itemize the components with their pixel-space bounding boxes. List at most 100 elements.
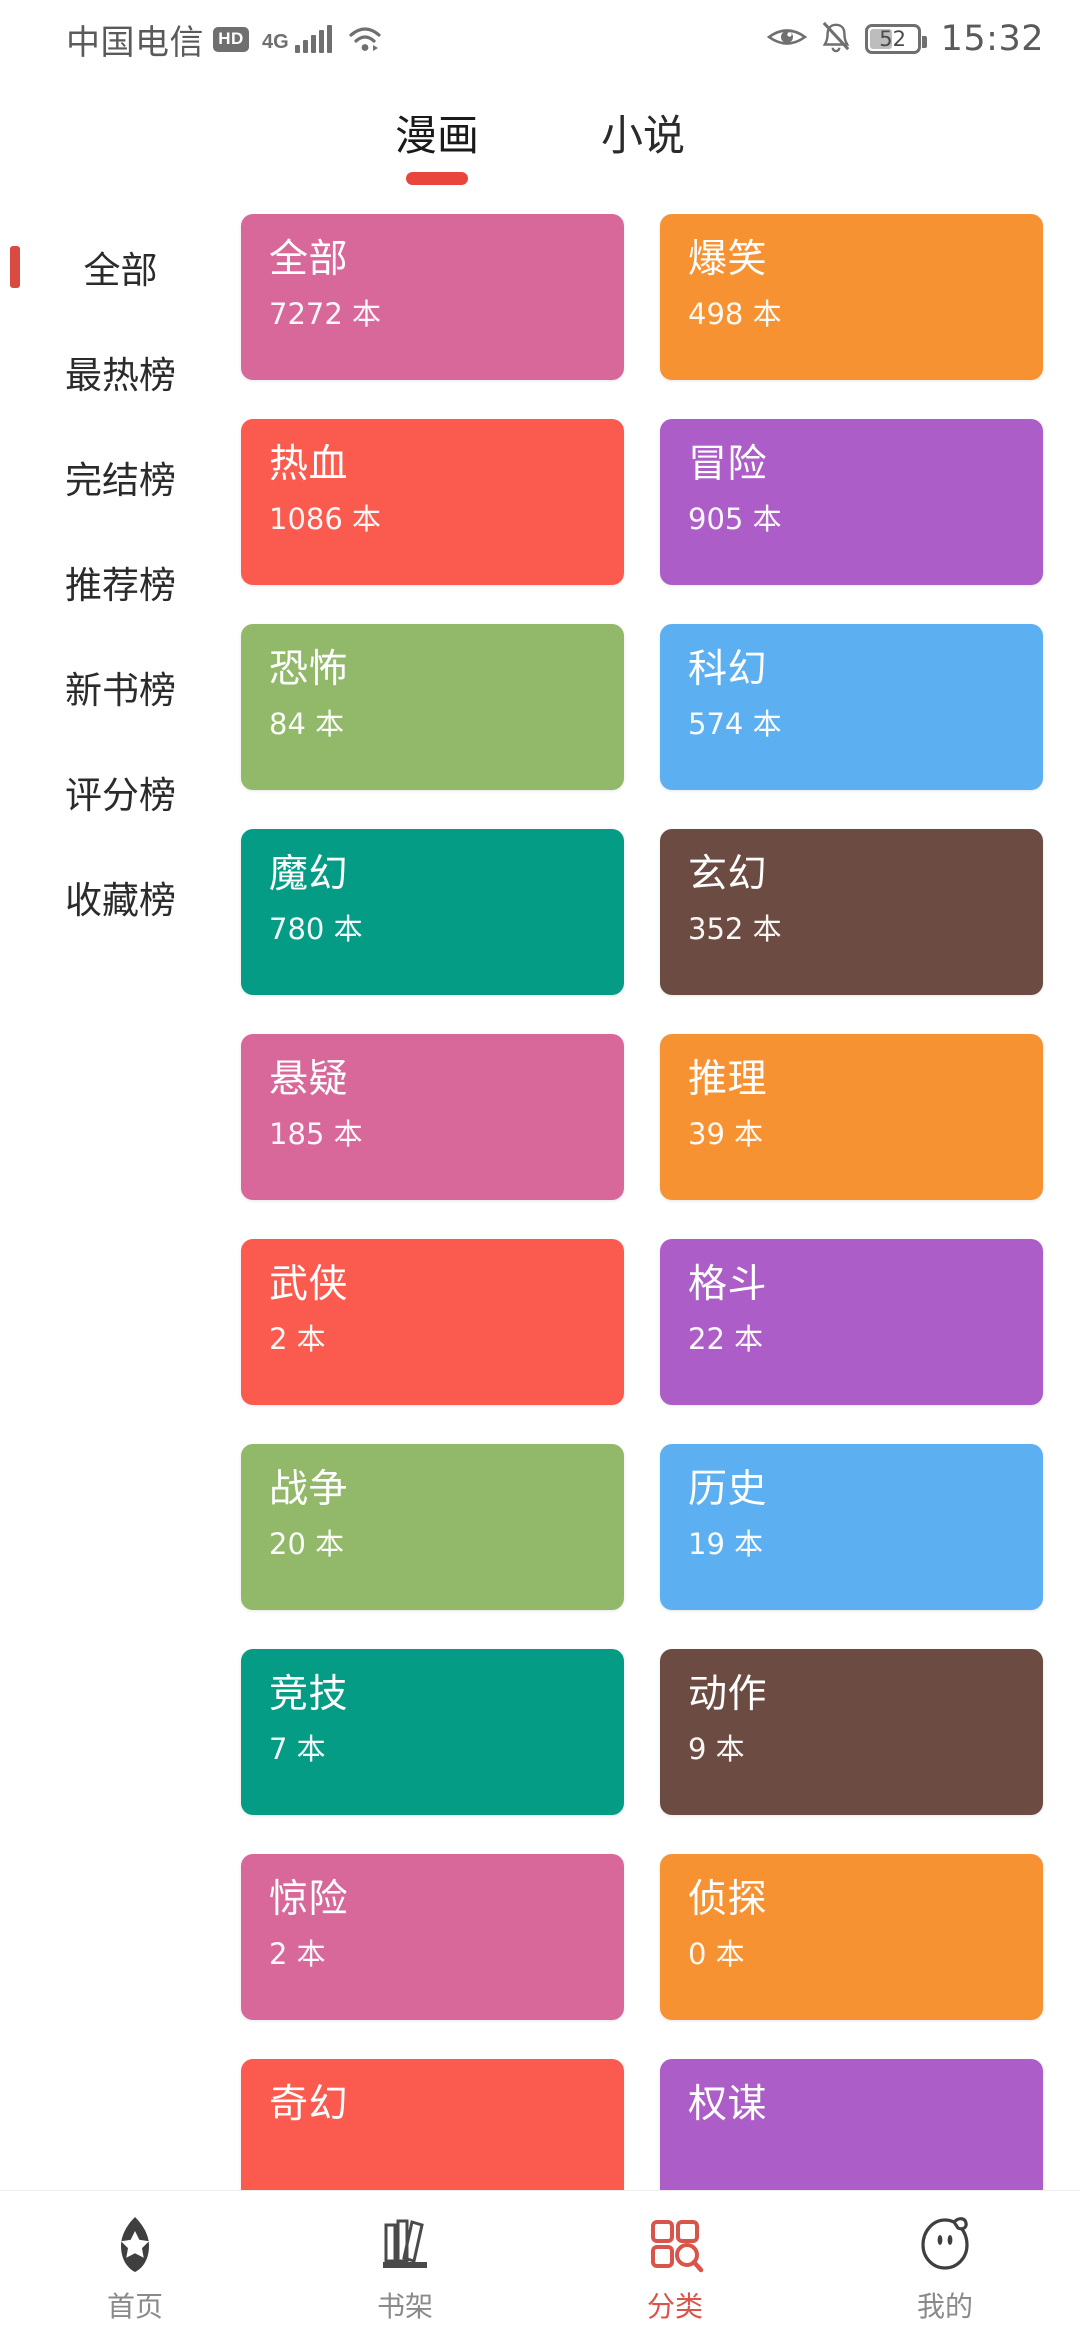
rail-item-label: 收藏榜 xyxy=(65,878,176,922)
category-card-count: 39 本 xyxy=(688,1116,764,1151)
rail-item-5[interactable]: 评分榜 xyxy=(0,739,241,844)
nav-item-profile-label: 我的 xyxy=(916,2289,973,2323)
category-card-count: 780 本 xyxy=(269,911,363,946)
status-bar-right: 52 15:32 xyxy=(766,19,1044,59)
bookshelf-icon xyxy=(374,2213,436,2275)
category-card-title: 战争 xyxy=(269,1467,349,1512)
category-card-count: 2 本 xyxy=(269,1936,326,1971)
category-grid: 全部 7272 本 爆笑 498 本热血 1086 本 冒险 905 本恐怖 84 本 科幻 57… xyxy=(241,214,1080,2190)
network-type-label: 4G xyxy=(262,30,289,53)
status-bar: 中国电信 HD 4G 52 15:32 xyxy=(0,0,1080,78)
category-card-count: 498 本 xyxy=(688,296,782,331)
category-card-title: 格斗 xyxy=(688,1262,768,1307)
category-card[interactable]: 玄幻 352 本 xyxy=(660,829,1043,995)
rail-item-1[interactable]: 最热榜 xyxy=(0,319,241,424)
category-card[interactable]: 权谋 xyxy=(660,2059,1043,2190)
category-card-title: 竞技 xyxy=(269,1672,349,1717)
category-card[interactable]: 魔幻 780 本 xyxy=(241,829,624,995)
signal-bars-icon xyxy=(294,25,332,53)
category-card[interactable]: 竞技 7 本 xyxy=(241,1649,624,1815)
category-grid-search-icon xyxy=(644,2213,706,2275)
rail-item-3[interactable]: 推荐榜 xyxy=(0,529,241,634)
category-card[interactable]: 惊险 2 本 xyxy=(241,1854,624,2020)
category-card-title: 奇幻 xyxy=(269,2082,349,2127)
category-card-count: 2 本 xyxy=(269,1321,326,1356)
content-area: 全部 最热榜 完结榜 推荐榜 新书榜 评分榜 收藏榜 全部 7272 本 爆笑 498 本热血 10… xyxy=(0,214,1080,2190)
category-card[interactable]: 侦探 0 本 xyxy=(660,1854,1043,2020)
tab-novel-label: 小说 xyxy=(601,111,686,160)
category-card-count: 0 本 xyxy=(688,1936,745,1971)
battery-icon: 52 xyxy=(864,24,927,54)
category-card-title: 科幻 xyxy=(688,647,768,692)
category-card[interactable]: 热血 1086 本 xyxy=(241,419,624,585)
category-card-count: 22 本 xyxy=(688,1321,764,1356)
category-card-title: 推理 xyxy=(688,1057,768,1102)
category-card-title: 动作 xyxy=(688,1672,768,1717)
category-card-title: 侦探 xyxy=(688,1877,768,1922)
category-card-count: 19 本 xyxy=(688,1526,764,1561)
category-card[interactable]: 动作 9 本 xyxy=(660,1649,1043,1815)
rail-item-label: 最热榜 xyxy=(65,353,176,397)
category-card[interactable]: 冒险 905 本 xyxy=(660,419,1043,585)
category-card-count: 20 本 xyxy=(269,1526,345,1561)
category-card-title: 魔幻 xyxy=(269,852,349,897)
category-card[interactable]: 推理 39 本 xyxy=(660,1034,1043,1200)
nav-item-category[interactable]: 分类 xyxy=(540,2191,810,2340)
category-card-title: 武侠 xyxy=(269,1262,349,1307)
top-tab-bar: 漫画 小说 xyxy=(0,98,1080,190)
category-card-title: 权谋 xyxy=(688,2082,768,2127)
bottom-navigation-bar: 首页 书架 分类 我的 xyxy=(0,2190,1080,2340)
tab-manga[interactable]: 漫画 xyxy=(389,98,485,185)
app-screen: 中国电信 HD 4G 52 15:32 漫画 小说 全部 最热榜 完结榜 推荐榜… xyxy=(0,0,1080,2340)
category-card-title: 历史 xyxy=(688,1467,768,1512)
status-bar-left: 中国电信 HD 4G xyxy=(66,15,382,64)
nav-item-home-label: 首页 xyxy=(106,2289,163,2323)
rail-item-label: 推荐榜 xyxy=(65,563,176,607)
category-rail[interactable]: 全部最热榜完结榜推荐榜新书榜评分榜收藏榜 xyxy=(0,214,241,2190)
rail-item-2[interactable]: 完结榜 xyxy=(0,424,241,529)
nav-item-bookshelf[interactable]: 书架 xyxy=(270,2191,540,2340)
category-card[interactable]: 武侠 2 本 xyxy=(241,1239,624,1405)
category-card-title: 恐怖 xyxy=(269,647,349,692)
carrier-label: 中国电信 xyxy=(66,22,204,63)
category-card-count: 84 本 xyxy=(269,706,345,741)
nav-item-category-label: 分类 xyxy=(646,2289,703,2323)
category-card[interactable]: 悬疑 185 本 xyxy=(241,1034,624,1200)
category-card[interactable]: 历史 19 本 xyxy=(660,1444,1043,1610)
category-card-title: 惊险 xyxy=(269,1877,349,1922)
category-card[interactable]: 爆笑 498 本 xyxy=(660,214,1043,380)
category-card[interactable]: 格斗 22 本 xyxy=(660,1239,1043,1405)
category-card[interactable]: 奇幻 xyxy=(241,2059,624,2190)
category-card-count: 9 本 xyxy=(688,1731,745,1766)
category-card[interactable]: 全部 7272 本 xyxy=(241,214,624,380)
rail-item-label: 评分榜 xyxy=(65,773,176,817)
category-card-count: 7272 本 xyxy=(269,296,382,331)
category-card-title: 悬疑 xyxy=(269,1057,349,1102)
category-card-title: 爆笑 xyxy=(688,237,768,282)
battery-percent-label: 52 xyxy=(879,26,906,51)
rail-item-0[interactable]: 全部 xyxy=(0,214,241,319)
bell-muted-icon xyxy=(821,21,851,58)
profile-face-icon xyxy=(914,2213,976,2275)
rail-item-6[interactable]: 收藏榜 xyxy=(0,844,241,949)
rail-item-4[interactable]: 新书榜 xyxy=(0,634,241,739)
category-card-count: 7 本 xyxy=(269,1731,326,1766)
hd-badge: HD xyxy=(213,26,249,52)
category-card-title: 热血 xyxy=(269,442,349,487)
wifi-icon xyxy=(348,25,382,53)
category-card[interactable]: 恐怖 84 本 xyxy=(241,624,624,790)
eye-care-icon xyxy=(766,24,807,55)
nav-item-profile[interactable]: 我的 xyxy=(810,2191,1080,2340)
category-card[interactable]: 战争 20 本 xyxy=(241,1444,624,1610)
category-card-count: 574 本 xyxy=(688,706,782,741)
category-card-count: 352 本 xyxy=(688,911,782,946)
category-card[interactable]: 科幻 574 本 xyxy=(660,624,1043,790)
rail-item-label: 完结榜 xyxy=(65,458,176,502)
rail-selected-marker xyxy=(10,245,20,288)
category-card-count: 185 本 xyxy=(269,1116,363,1151)
tab-novel[interactable]: 小说 xyxy=(595,98,691,163)
nav-item-home[interactable]: 首页 xyxy=(0,2191,270,2340)
category-card-title: 玄幻 xyxy=(688,852,768,897)
rail-item-label: 全部 xyxy=(83,248,158,292)
nav-item-bookshelf-label: 书架 xyxy=(376,2289,433,2323)
